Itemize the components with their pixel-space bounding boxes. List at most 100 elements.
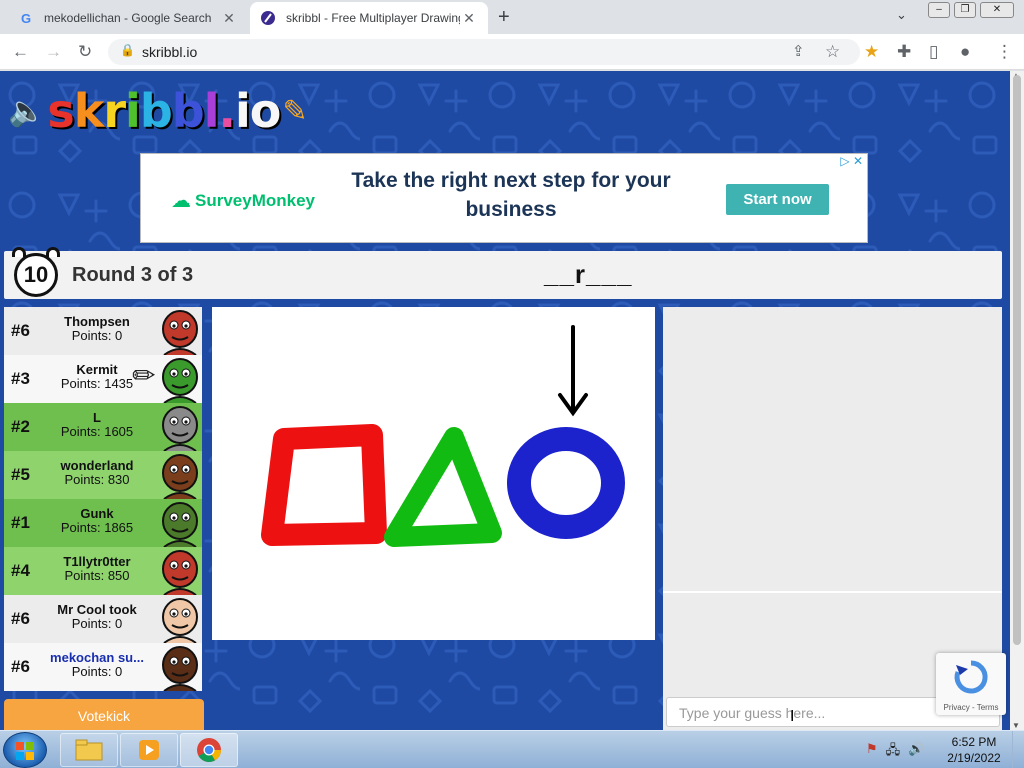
player-info: wonderland Points: 830 (42, 459, 152, 487)
pencil-icon: ✎ (282, 94, 308, 128)
player-points: Points: 1865 (60, 520, 134, 535)
skribbl-logo: 🔈 skribbl.io ✎ (8, 84, 308, 138)
player-row[interactable]: #2 L Points: 1605 (4, 403, 202, 451)
player-points: Points: 1605 (60, 424, 134, 439)
player-rank: #2 (11, 417, 30, 436)
close-tab-icon[interactable]: ✕ (220, 10, 238, 27)
taskbar-chrome[interactable] (180, 733, 238, 767)
volume-icon[interactable]: 🔊 (908, 741, 924, 763)
extension-star-icon[interactable]: ★ (864, 42, 879, 62)
tab-skribbl[interactable]: skribbl - Free Multiplayer Drawing ✕ (250, 2, 488, 34)
ad-start-now-button[interactable]: Start now (726, 184, 829, 215)
start-button[interactable] (3, 732, 47, 768)
restore-icon[interactable]: ❐ (954, 2, 976, 18)
side-panel-icon[interactable]: ▯ (929, 42, 938, 62)
tab-search-icon[interactable]: ⌄ (896, 7, 907, 23)
extensions-puzzle-icon[interactable]: ✚ (897, 42, 911, 62)
taskbar-media-player[interactable] (120, 733, 178, 767)
player-info: Mr Cool took Points: 0 (42, 603, 152, 631)
back-icon[interactable]: ← (12, 42, 29, 62)
recaptcha-links[interactable]: Privacy - Terms (936, 703, 1006, 712)
surveymonkey-ad[interactable]: ▷ ✕ ☁ SurveyMonkey Take the right next s… (140, 153, 868, 243)
profile-icon[interactable]: ● (960, 42, 970, 62)
reload-icon[interactable]: ↻ (78, 42, 92, 62)
share-icon[interactable]: ⇪ (792, 42, 805, 62)
taskbar-clock[interactable]: 6:52 PM 2/19/2022 (940, 734, 1008, 766)
surveymonkey-logo-icon: ☁ (171, 190, 191, 212)
address-bar[interactable]: 🔒 skribbl.io (108, 39, 860, 65)
action-center-flag-icon[interactable]: ⚑ (866, 741, 878, 763)
system-tray: ⚑ 🖧 🔊 (866, 741, 924, 763)
player-avatar (162, 454, 198, 499)
player-name: wonderland (60, 459, 134, 473)
folder-icon (75, 739, 103, 761)
word-hint: __r___ (544, 259, 633, 289)
clock-date: 2/19/2022 (947, 751, 1001, 765)
player-rank: #6 (11, 321, 30, 340)
player-row[interactable]: #5 wonderland Points: 830 (4, 451, 202, 499)
player-rank: #4 (11, 561, 30, 580)
green-triangle-drawing (384, 427, 502, 547)
player-row[interactable]: #3 Kermit Points: 1435 ✏ (4, 355, 202, 403)
player-points: Points: 850 (64, 568, 130, 583)
recaptcha-badge[interactable]: Privacy - Terms (936, 653, 1006, 715)
player-avatar (162, 646, 198, 691)
player-rank: #6 (11, 657, 30, 676)
player-info: Thompsen Points: 0 (42, 315, 152, 343)
scrollbar-thumb[interactable] (1013, 75, 1021, 645)
ad-brand[interactable]: ☁ SurveyMonkey (171, 188, 315, 213)
player-row[interactable]: #4 T1llytr0tter Points: 850 (4, 547, 202, 595)
show-desktop-button[interactable] (1012, 731, 1024, 768)
player-avatar (162, 598, 198, 643)
scroll-down-icon[interactable]: ▼ (1012, 721, 1020, 730)
clock-time: 6:52 PM (951, 735, 997, 749)
alarm-bell-icon (46, 247, 60, 257)
taskbar-explorer[interactable] (60, 733, 118, 767)
player-points: Points: 830 (64, 472, 130, 487)
recaptcha-icon (954, 660, 988, 694)
sound-toggle-icon[interactable]: 🔈 (8, 94, 45, 129)
player-info: T1llytr0tter Points: 850 (42, 555, 152, 583)
tab-google-search[interactable]: G mekodellichan - Google Search ✕ (8, 2, 248, 34)
lock-icon[interactable]: 🔒 (120, 43, 135, 57)
bookmark-star-icon[interactable]: ☆ (825, 42, 840, 62)
windows-taskbar: ⚑ 🖧 🔊 6:52 PM 2/19/2022 (0, 730, 1024, 768)
player-name: Thompsen (64, 315, 130, 329)
menu-kebab-icon[interactable]: ⋮ (996, 42, 1013, 62)
player-name: Mr Cool took (57, 603, 137, 617)
player-row[interactable]: #1 Gunk Points: 1865 (4, 499, 202, 547)
player-info: mekochan su... Points: 0 (42, 651, 152, 679)
drawing-canvas[interactable] (212, 307, 655, 640)
player-rank: #6 (11, 609, 30, 628)
player-row[interactable]: #6 mekochan su... Points: 0 (4, 643, 202, 691)
text-cursor-icon: I (790, 708, 795, 725)
adchoices-icon[interactable]: ▷ ✕ (840, 154, 863, 168)
player-info: L Points: 1605 (42, 411, 152, 439)
tab-title: mekodellichan - Google Search (44, 11, 212, 25)
tab-title: skribbl - Free Multiplayer Drawing (286, 11, 460, 25)
player-avatar (162, 406, 198, 451)
skribbl-page: 🔈 skribbl.io ✎ ▷ ✕ ☁ SurveyMonkey Take t… (0, 71, 1010, 730)
votekick-button[interactable]: Votekick (4, 699, 204, 730)
google-icon: G (20, 10, 32, 26)
player-row[interactable]: #6 Thompsen Points: 0 (4, 307, 202, 355)
new-tab-icon[interactable]: + (498, 6, 510, 29)
close-window-icon[interactable]: ✕ (980, 2, 1014, 18)
minimize-icon[interactable]: – (928, 2, 950, 18)
timer: 10 (10, 247, 62, 299)
timer-value: 10 (14, 253, 58, 297)
forward-icon[interactable]: → (45, 42, 62, 62)
player-rank: #1 (11, 513, 30, 532)
red-square-drawing (261, 424, 387, 546)
player-row[interactable]: #6 Mr Cool took Points: 0 (4, 595, 202, 643)
player-name: mekochan su... (50, 651, 144, 665)
skribbl-icon (260, 10, 276, 26)
page-scrollbar[interactable]: ▲ ▼ (1010, 71, 1024, 730)
network-icon[interactable]: 🖧 (886, 741, 901, 763)
close-tab-icon[interactable]: ✕ (460, 10, 478, 27)
tab-strip: G mekodellichan - Google Search ✕ skribb… (0, 0, 1024, 34)
browser-toolbar: ← → ↻ 🔒 skribbl.io ⇪ ☆ ★ ✚ ▯ ● ⋮ (0, 34, 1024, 70)
player-points: Points: 0 (71, 328, 123, 343)
player-points: Points: 0 (71, 616, 123, 631)
ad-headline[interactable]: Take the right next step for your busine… (341, 166, 681, 224)
